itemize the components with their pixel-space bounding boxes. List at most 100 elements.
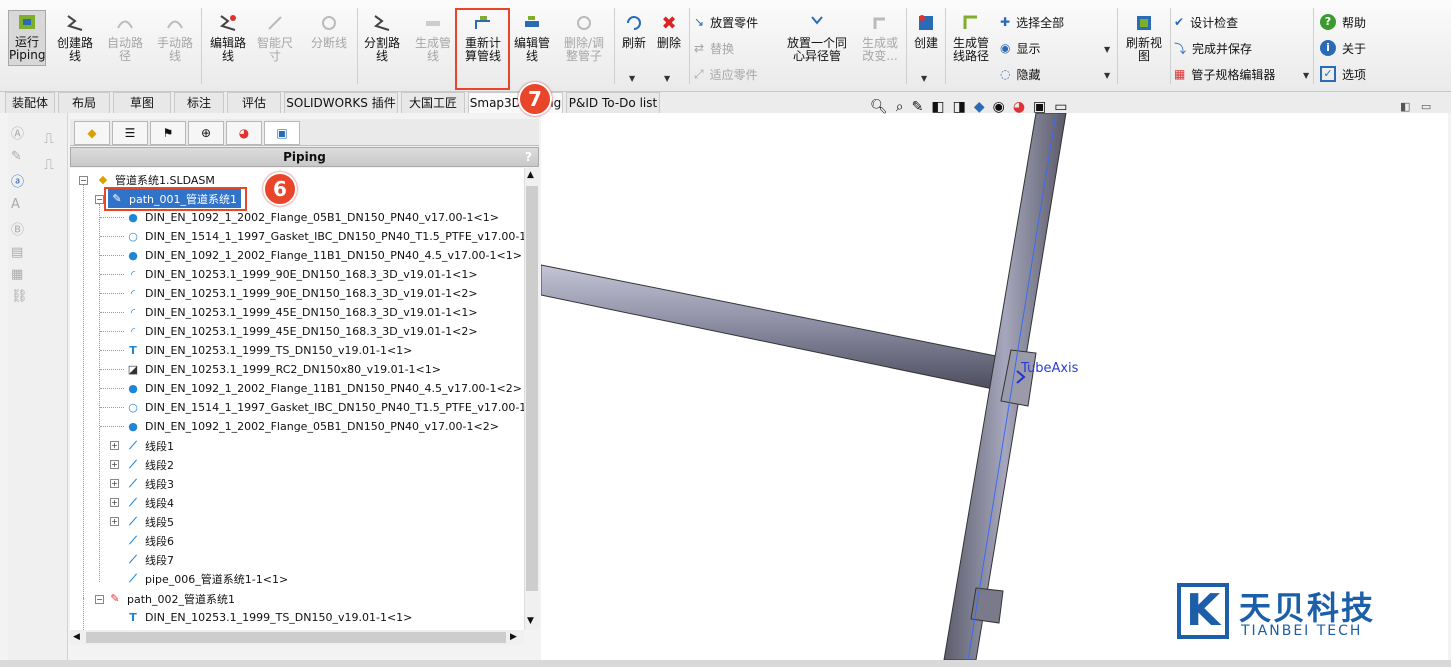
fit-part-button[interactable]: ⤢ 适应零件 <box>694 63 758 85</box>
tab-solidworks-addins[interactable]: SOLIDWORKS 插件 <box>284 92 398 113</box>
tab-assembly[interactable]: 装配体 <box>5 92 55 113</box>
delete-button[interactable]: ✖ 删除 <box>652 12 686 50</box>
label-tool-icon[interactable]: A <box>11 197 33 212</box>
stamp-tool-icon[interactable]: ▤ <box>11 245 33 260</box>
scroll-left-icon[interactable]: ◀ <box>73 632 80 642</box>
refresh-dropdown-icon[interactable]: ▼ <box>629 74 635 83</box>
tree-item[interactable]: T DIN_EN_10253.1_1999_TS_DN150_v19.01-1<1… <box>126 608 412 627</box>
split-route-button[interactable]: 分割路 线 <box>359 12 405 63</box>
tree-segment[interactable]: ⟋ 线段7 <box>126 550 174 569</box>
tab-sketch[interactable]: 草图 <box>113 92 171 113</box>
select-all-button[interactable]: ✚ 选择全部 <box>1000 11 1064 33</box>
tab-annotation[interactable]: 标注 <box>174 92 224 113</box>
tree-vertical-scrollbar[interactable]: ▲ ▼ <box>524 168 539 630</box>
hide-button[interactable]: ◌ 隐藏 <box>1000 63 1041 85</box>
expand-toggle[interactable]: − <box>95 195 104 204</box>
create-dropdown-icon[interactable]: ▼ <box>921 74 927 83</box>
replace-button[interactable]: ⇄ 替换 <box>694 37 734 59</box>
tree-item[interactable]: ● DIN_EN_1092_1_2002_Flange_11B1_DN150_PN… <box>126 379 522 398</box>
expand-toggle[interactable]: + <box>110 498 119 507</box>
tab-layout[interactable]: 布局 <box>58 92 110 113</box>
text-tool-icon[interactable]: Ⓐ <box>11 123 33 142</box>
help-button[interactable]: ? 帮助 <box>1320 11 1366 33</box>
generate-pipe-button[interactable]: 生成管 线 <box>410 12 456 63</box>
scroll-down-icon[interactable]: ▼ <box>527 616 534 626</box>
tree-item[interactable]: ● DIN_EN_1092_1_2002_Flange_11B1_DN150_PN… <box>126 246 522 265</box>
tree-path-002[interactable]: ✎ path_002_管道系统1 <box>108 589 235 608</box>
display-monitor-icon[interactable]: ▭ <box>1054 99 1067 115</box>
display-style-icon[interactable]: ◆ <box>974 99 985 115</box>
generate-or-change-button[interactable]: 生成或 改变... <box>857 12 903 63</box>
tree-segment[interactable]: ⟋ 线段4 <box>126 493 174 512</box>
section-view-icon[interactable]: ◧ <box>931 99 944 115</box>
manual-route-button[interactable]: 手动路 线 <box>152 12 198 63</box>
tree-item[interactable]: ◪ DIN_EN_10253.1_1999_RC2_DN150x80_v19.01… <box>126 360 441 379</box>
hide-show-icon[interactable]: ◉ <box>993 99 1005 115</box>
delete-dropdown-icon[interactable]: ▼ <box>664 74 670 83</box>
expand-toggle[interactable]: + <box>110 517 119 526</box>
appearance-icon[interactable]: ◕ <box>1013 99 1025 115</box>
expand-toggle[interactable]: − <box>95 595 104 604</box>
tree-item[interactable]: ◜ DIN_EN_10253.1_1999_90E_DN150_168.3_3D_… <box>126 265 478 284</box>
tree-segment[interactable]: ⟋ 线段3 <box>126 474 174 493</box>
about-button[interactable]: i 关于 <box>1320 37 1366 59</box>
edit-pipe-button[interactable]: 编辑管 线 <box>509 12 555 63</box>
tree-item[interactable]: ◜ DIN_EN_10253.1_1999_45E_DN150_168.3_3D_… <box>126 322 478 341</box>
spec-editor-dropdown-icon[interactable]: ▼ <box>1303 71 1309 80</box>
tree-segment[interactable]: ⟋ 线段5 <box>126 512 174 531</box>
pulse-icon[interactable]: ⎍ <box>44 157 54 173</box>
expand-toggle[interactable]: + <box>110 441 119 450</box>
create-route-button[interactable]: 创建路 线 <box>52 12 98 63</box>
hide-dropdown-icon[interactable]: ▼ <box>1104 71 1110 80</box>
show-dropdown-icon[interactable]: ▼ <box>1104 45 1110 54</box>
tree-segment[interactable]: ⟋ 线段2 <box>126 455 174 474</box>
tab-pid-todo[interactable]: P&ID To-Do list <box>566 92 660 113</box>
annotation-tool-icon[interactable]: ⓐ <box>11 171 33 190</box>
tab-property-manager[interactable]: ☰ <box>112 121 148 145</box>
finish-save-button[interactable]: ⤵ 完成并保存 <box>1174 37 1252 59</box>
spec-editor-button[interactable]: ▦ 管子规格编辑器 <box>1174 63 1275 85</box>
design-check-button[interactable]: ✔ 设计检查 <box>1174 11 1238 33</box>
generate-route-path-button[interactable]: 生成管 线路径 <box>948 12 994 63</box>
tree-item[interactable]: ● DIN_EN_1092_1_2002_Flange_05B1_DN150_PN… <box>126 417 499 436</box>
delete-adjust-pipe-button[interactable]: 删除/调 整管子 <box>558 12 610 63</box>
scene-icon[interactable]: ▣ <box>1033 99 1046 115</box>
tab-piping[interactable]: ▣ <box>264 121 300 145</box>
scroll-thumb[interactable] <box>526 186 538 591</box>
expand-toggle[interactable]: − <box>79 176 88 185</box>
expand-toggle[interactable]: + <box>110 460 119 469</box>
tab-daguo[interactable]: 大国工匠 <box>401 92 465 113</box>
tree-segment[interactable]: ⟋ 线段1 <box>126 436 174 455</box>
refresh-button[interactable]: 刷新 <box>617 12 651 50</box>
tab-evaluate[interactable]: 评估 <box>227 92 281 113</box>
show-button[interactable]: ◉ 显示 <box>1000 37 1041 59</box>
tree-item[interactable]: ○ DIN_EN_1514_1_1997_Gasket_IBC_DN150_PN4… <box>126 398 525 417</box>
view-orientation-icon[interactable]: ◨ <box>953 99 966 115</box>
options-button[interactable]: ✓ 选项 <box>1320 63 1366 85</box>
create-button[interactable]: 创建 <box>909 12 943 50</box>
tree-item[interactable]: ◜ DIN_EN_10253.1_1999_90E_DN150_168.3_3D_… <box>126 284 478 303</box>
tree-item[interactable]: ◜ DIN_EN_10253.1_1999_45E_DN150_168.3_3D_… <box>126 303 478 322</box>
tree-item[interactable]: T DIN_EN_10253.1_1999_TS_DN150_v19.01-1<1… <box>126 341 412 360</box>
balloon-tool-icon[interactable]: Ⓑ <box>11 219 33 238</box>
zoom-area-icon[interactable]: ⌕ <box>896 99 904 115</box>
tab-configuration[interactable]: ⚑ <box>150 121 186 145</box>
scroll-up-icon[interactable]: ▲ <box>527 170 534 180</box>
scroll-right-icon[interactable]: ▶ <box>510 632 517 642</box>
run-piping-button[interactable]: 运行 Piping <box>8 10 46 66</box>
edit-route-button[interactable]: 编辑路 线 <box>205 12 251 63</box>
link-tool-icon[interactable]: ⛓ <box>11 289 33 304</box>
scroll-thumb[interactable] <box>86 632 506 643</box>
tab-dimxpert[interactable]: ⊕ <box>188 121 224 145</box>
panel-help-icon[interactable]: ? <box>525 148 532 166</box>
tree-horizontal-scrollbar[interactable]: ◀ ▶ <box>70 630 524 645</box>
hatch-tool-icon[interactable]: ▦ <box>11 267 33 282</box>
tree-item[interactable]: ○ DIN_EN_1514_1_1997_Gasket_IBC_DN150_PN4… <box>126 227 525 246</box>
tab-feature-tree[interactable]: ◆ <box>74 121 110 145</box>
previous-view-icon[interactable]: ✎ <box>912 99 924 115</box>
zoom-fit-icon[interactable]: 🔍︎ <box>870 99 888 115</box>
refresh-view-button[interactable]: 刷新视 图 <box>1121 12 1167 63</box>
pen-tool-icon[interactable]: ✎ <box>11 149 33 164</box>
tree-segment[interactable]: ⟋ 线段6 <box>126 531 174 550</box>
pane-arrows[interactable]: ◧ ▭ <box>1400 100 1431 113</box>
